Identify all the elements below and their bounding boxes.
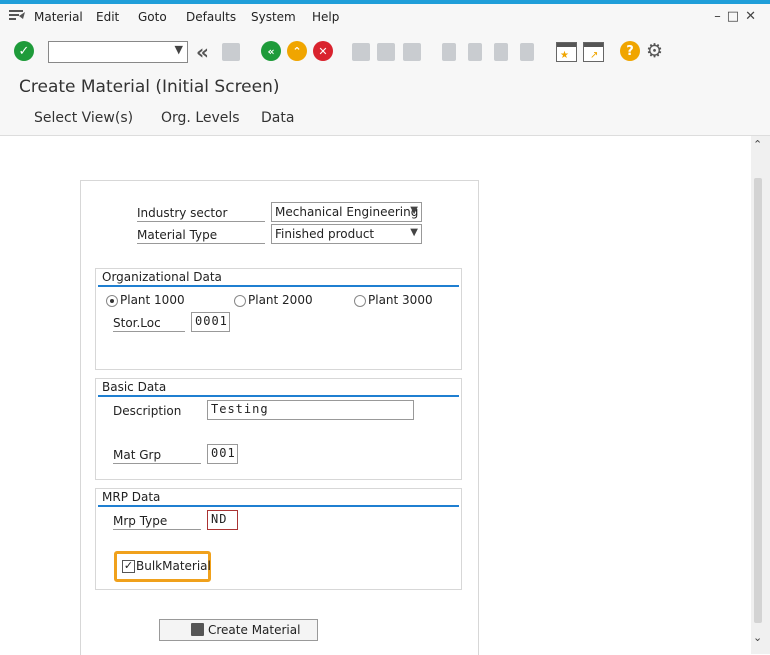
- settings-gear-icon[interactable]: ⚙: [646, 40, 663, 62]
- page-title: Create Material (Initial Screen): [19, 77, 280, 97]
- create-session-icon[interactable]: ★: [556, 42, 577, 62]
- org-levels-button[interactable]: Org. Levels: [161, 110, 240, 126]
- title-bar: Create Material (Initial Screen): [0, 74, 770, 102]
- plant-3000-radio[interactable]: [354, 295, 366, 307]
- bulk-material-label[interactable]: BulkMaterial: [136, 559, 211, 573]
- window-controls: –□✕: [714, 9, 762, 24]
- chevron-down-icon[interactable]: ▼: [175, 43, 183, 56]
- description-value: Testing: [211, 402, 269, 416]
- industry-sector-select[interactable]: Mechanical Engineering ▼: [271, 202, 422, 222]
- previous-page-icon[interactable]: [468, 43, 482, 61]
- basic-data-title: Basic Data: [102, 380, 167, 394]
- last-page-icon[interactable]: [520, 43, 534, 61]
- select-views-button[interactable]: Select View(s): [34, 110, 133, 126]
- menu-system[interactable]: System: [251, 10, 296, 24]
- menu-icon[interactable]: [9, 9, 25, 25]
- create-material-button[interactable]: Create Material: [159, 619, 318, 641]
- menu-material[interactable]: Material: [34, 10, 83, 24]
- save-icon[interactable]: [222, 43, 240, 61]
- menu-edit[interactable]: Edit: [96, 10, 119, 24]
- application-toolbar: Select View(s) Org. Levels Data: [0, 102, 770, 136]
- back-icon[interactable]: «: [261, 41, 281, 61]
- group-divider: [98, 285, 459, 287]
- mat-grp-input[interactable]: 001: [207, 444, 238, 464]
- material-type-select[interactable]: Finished product ▼: [271, 224, 422, 244]
- stor-loc-label: Stor.Loc: [113, 316, 185, 332]
- cancel-icon[interactable]: ✕: [313, 41, 333, 61]
- mat-grp-label: Mat Grp: [113, 448, 201, 464]
- plant-1000-label[interactable]: Plant 1000: [120, 293, 185, 307]
- industry-sector-label: Industry sector: [137, 206, 265, 222]
- exit-icon[interactable]: ⌃: [287, 41, 307, 61]
- chevron-down-icon[interactable]: ▼: [410, 205, 418, 216]
- stor-loc-input[interactable]: 0001: [191, 312, 230, 332]
- close-icon[interactable]: ✕: [745, 9, 762, 24]
- description-label: Description: [113, 404, 182, 418]
- first-page-icon[interactable]: [442, 43, 456, 61]
- plant-2000-radio[interactable]: [234, 295, 246, 307]
- description-input[interactable]: Testing: [207, 400, 414, 420]
- back-nav-icon[interactable]: «: [196, 40, 209, 64]
- shortcut-icon[interactable]: ↗: [583, 42, 604, 62]
- enter-check-icon[interactable]: ✓: [14, 41, 34, 61]
- material-type-label: Material Type: [137, 228, 265, 244]
- chevron-down-icon[interactable]: ▼: [410, 227, 418, 238]
- group-divider: [98, 395, 459, 397]
- mat-grp-value: 001: [211, 446, 236, 460]
- menu-help[interactable]: Help: [312, 10, 339, 24]
- print-icon[interactable]: [352, 43, 370, 61]
- system-toolbar: ✓ ▼ « « ⌃ ✕ ★ ↗ ? ⚙: [0, 31, 770, 74]
- find-icon[interactable]: [377, 43, 395, 61]
- command-field[interactable]: ▼: [48, 41, 188, 63]
- plant-2000-label[interactable]: Plant 2000: [248, 293, 313, 307]
- material-type-value: Finished product: [275, 227, 375, 241]
- menu-defaults[interactable]: Defaults: [186, 10, 236, 24]
- scroll-thumb[interactable]: [754, 178, 762, 623]
- bulk-material-checkbox[interactable]: ✓: [122, 560, 135, 573]
- bulk-material-highlight: ✓ BulkMaterial: [114, 551, 211, 582]
- next-page-icon[interactable]: [494, 43, 508, 61]
- org-data-title: Organizational Data: [102, 270, 222, 284]
- stor-loc-value: 0001: [195, 314, 228, 328]
- scroll-down-icon[interactable]: ⌄: [753, 631, 762, 644]
- mrp-type-label: Mrp Type: [113, 514, 201, 530]
- maximize-icon[interactable]: □: [727, 9, 745, 24]
- mrp-data-title: MRP Data: [102, 490, 161, 504]
- industry-sector-value: Mechanical Engineering: [275, 205, 419, 219]
- find-next-icon[interactable]: [403, 43, 421, 61]
- data-button[interactable]: Data: [261, 110, 294, 126]
- vertical-scrollbar[interactable]: ⌃ ⌄: [751, 136, 770, 654]
- create-material-label: Create Material: [208, 623, 301, 637]
- group-divider: [98, 505, 459, 507]
- mrp-type-input[interactable]: ND: [207, 510, 238, 530]
- scroll-up-icon[interactable]: ⌃: [753, 138, 762, 151]
- plant-3000-label[interactable]: Plant 3000: [368, 293, 433, 307]
- plant-1000-radio[interactable]: [106, 295, 118, 307]
- menu-bar: Material Edit Goto Defaults System Help …: [0, 4, 770, 31]
- mrp-type-value: ND: [211, 512, 228, 526]
- minimize-icon[interactable]: –: [714, 9, 727, 24]
- basic-data-group: Basic Data: [95, 378, 462, 480]
- save-icon: [191, 623, 204, 636]
- help-icon[interactable]: ?: [620, 41, 640, 61]
- menu-goto[interactable]: Goto: [138, 10, 167, 24]
